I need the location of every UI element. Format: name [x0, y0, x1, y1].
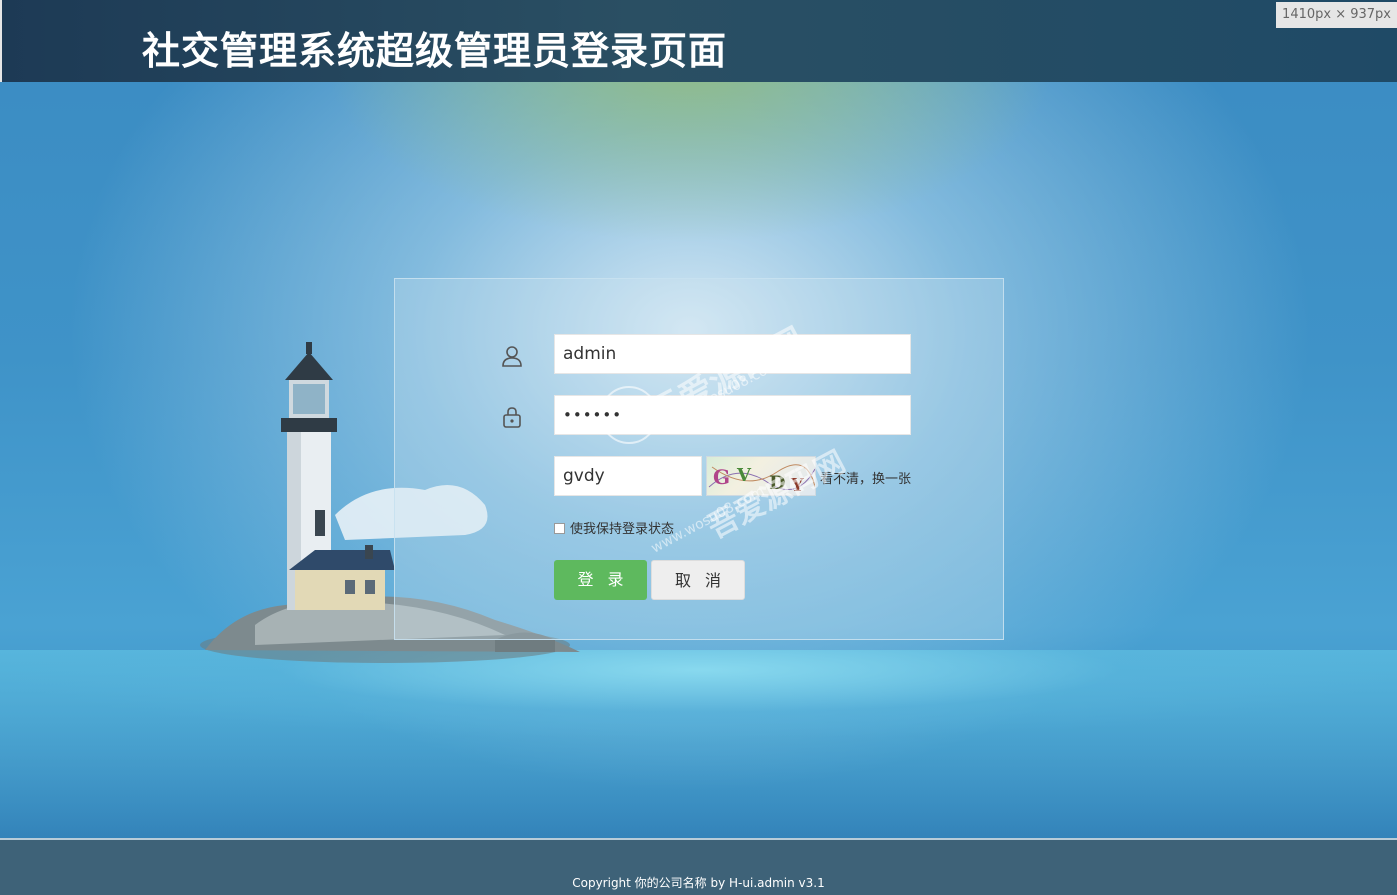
username-input[interactable]: admin — [554, 334, 911, 374]
svg-text:G: G — [713, 465, 730, 489]
cancel-button[interactable]: 取消 — [651, 560, 745, 600]
dimension-badge: 1410px × 937px — [1276, 2, 1397, 28]
captcha-graphic: G V D Y — [708, 464, 815, 496]
svg-text:W: W — [615, 399, 646, 432]
captcha-input[interactable]: gvdy — [554, 456, 702, 496]
svg-text:V: V — [736, 465, 752, 486]
footer-copyright: Copyright 你的公司名称 by H-ui.admin v3.1 — [572, 876, 825, 890]
captcha-image[interactable]: G V D Y — [706, 456, 816, 496]
watermark-logo: W — [600, 386, 658, 444]
remember-me-row[interactable]: 使我保持登录状态 — [554, 518, 674, 537]
footer-bar: Copyright 你的公司名称 by H-ui.admin v3.1 — [0, 838, 1397, 895]
page-title: 社交管理系统超级管理员登录页面 — [142, 29, 728, 73]
sea-horizon — [0, 650, 1397, 840]
login-button[interactable]: 登录 — [554, 560, 647, 600]
captcha-refresh-link[interactable]: 看不清，换一张 — [820, 468, 911, 487]
svg-text:Y: Y — [790, 475, 805, 496]
top-header-bar: 社交管理系统超级管理员登录页面 — [0, 0, 1397, 82]
background-scene: 社交管理系统超级管理员登录页面 1410px × 937px admin •••… — [0, 0, 1397, 895]
remember-me-checkbox[interactable] — [554, 523, 565, 534]
user-icon — [502, 346, 522, 367]
svg-text:D: D — [769, 472, 785, 494]
remember-me-label: 使我保持登录状态 — [570, 522, 675, 537]
lock-icon — [503, 407, 521, 428]
